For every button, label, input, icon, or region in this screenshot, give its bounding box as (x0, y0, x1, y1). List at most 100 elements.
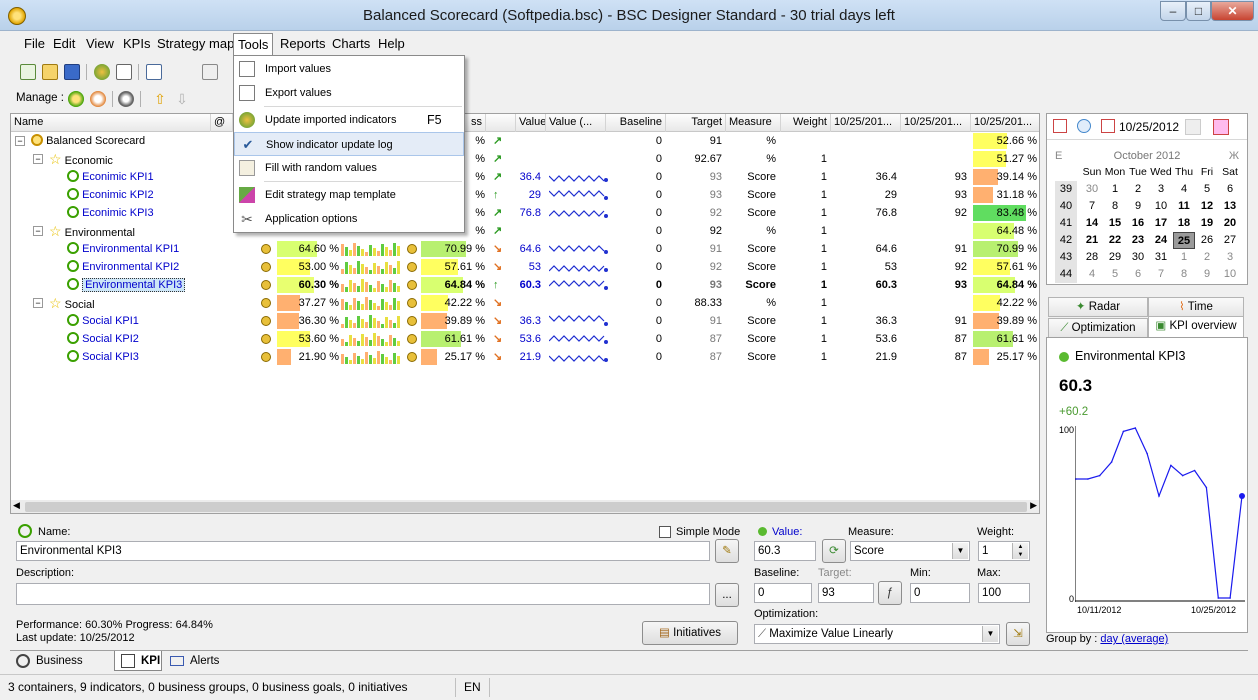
initiatives-button[interactable]: ▤ Initiatives (642, 621, 738, 645)
table-row[interactable]: Econimic KPI2% ↑ 29 0 93 Score 1 29 93 31.18 % (11, 186, 1039, 204)
calendar-day[interactable]: 5 (1196, 181, 1218, 198)
move-down-icon[interactable]: ⇩ (174, 91, 190, 107)
today-icon[interactable] (1101, 119, 1115, 133)
col-trend[interactable] (486, 114, 516, 132)
tree-expander-icon[interactable]: − (33, 154, 43, 164)
tree-expander-icon[interactable]: − (15, 136, 25, 146)
row-name[interactable]: Social KPI3 (82, 351, 139, 363)
description-input[interactable] (16, 583, 710, 605)
row-name[interactable]: Econimic KPI3 (82, 207, 154, 219)
menu-export-values[interactable]: Export values (234, 81, 464, 105)
table-row[interactable]: − ☆ Social 37.27 % 42.22 % ↘ 0 88.33% 1 42.22 % (11, 294, 1039, 312)
calendar-day[interactable]: 10 (1150, 198, 1172, 215)
col-target[interactable]: Target (666, 114, 726, 132)
table-row[interactable]: − ☆ Environmental% ↗ 0 92% 1 64.48 % (11, 222, 1039, 240)
target-calc-button[interactable]: ƒ (878, 581, 902, 605)
wand-button[interactable]: ✎ (715, 539, 739, 563)
calendar-day[interactable]: 31 (1150, 249, 1172, 266)
calendar-day[interactable]: 12 (1196, 198, 1218, 215)
col-at[interactable]: @ (211, 114, 233, 132)
chart-icon[interactable] (146, 64, 162, 80)
calendar-day[interactable]: 4 (1081, 266, 1103, 283)
table-row[interactable]: − Balanced Scorecard% ↗ 0 91% 52.66 % (11, 132, 1039, 150)
open-folder-icon[interactable] (42, 64, 58, 80)
table-row[interactable]: Social KPI3 21.90 % 25.17 % ↘ 21.9 0 87 Score 1 2… (11, 348, 1039, 366)
calendar-icon[interactable] (1053, 119, 1067, 133)
name-input[interactable]: Environmental KPI3 (16, 541, 710, 561)
calendar-day[interactable]: 7 (1081, 198, 1103, 215)
table-row[interactable]: Social KPI2 53.60 % 61.61 % ↘ 53.6 0 87 Score 1 5… (11, 330, 1039, 348)
menu-help[interactable]: Help (378, 36, 405, 51)
table-row[interactable]: Social KPI1 36.30 % 39.89 % ↘ 36.3 0 91 Score 1 3… (11, 312, 1039, 330)
move-up-icon[interactable]: ⇧ (152, 91, 168, 107)
forward-icon[interactable] (1185, 119, 1201, 135)
next-month-button[interactable]: Ж (1229, 150, 1239, 162)
row-name[interactable]: Environmental KPI2 (82, 261, 179, 273)
delete-date-icon[interactable] (1213, 119, 1229, 135)
calendar-day[interactable]: 1 (1173, 249, 1195, 266)
new-file-icon[interactable] (20, 64, 36, 80)
chevron-down-icon[interactable]: ▼ (952, 543, 968, 559)
menu-tools[interactable]: Tools (233, 33, 274, 55)
calendar-day[interactable]: 24 (1150, 232, 1172, 249)
calendar-day[interactable]: 22 (1104, 232, 1126, 249)
menu-charts[interactable]: Charts (332, 36, 370, 51)
calendar-day[interactable]: 8 (1104, 198, 1126, 215)
group-by-link[interactable]: day (average) (1100, 633, 1168, 645)
menu-edit-strategy-template[interactable]: Edit strategy map template (234, 183, 464, 207)
calendar-day[interactable]: 6 (1219, 181, 1241, 198)
calendar-day[interactable]: 9 (1127, 198, 1149, 215)
refresh-value-button[interactable]: ⟳ (822, 539, 846, 563)
menu-strategy-map[interactable]: Strategy map (157, 36, 234, 51)
minimize-button[interactable]: – (1160, 1, 1186, 21)
row-name[interactable]: Economic (65, 155, 113, 167)
calendar-day[interactable]: 11 (1173, 198, 1195, 215)
properties-icon[interactable] (116, 64, 132, 80)
tab-radar[interactable]: ✦ Radar (1048, 297, 1148, 317)
scroll-thumb[interactable] (25, 502, 1027, 512)
col-value-history[interactable]: Value (... (546, 114, 606, 132)
tab-kpi[interactable]: KPI (114, 651, 162, 671)
weight-stepper[interactable]: 1 ▲ ▼ (978, 541, 1030, 561)
tree-expander-icon[interactable]: − (33, 226, 43, 236)
tab-kpi-overview[interactable]: ▣ KPI overview (1148, 316, 1244, 338)
row-name[interactable]: Social KPI2 (82, 333, 139, 345)
calendar-day[interactable]: 25 (1173, 232, 1195, 249)
col-baseline[interactable]: Baseline (606, 114, 666, 132)
simple-mode-checkbox[interactable] (659, 526, 671, 538)
calendar-day[interactable]: 15 (1104, 215, 1126, 232)
table-row[interactable]: Econimic KPI3% ↗ 76.8 0 92 Score 1 76.8 92 83.48 … (11, 204, 1039, 222)
col-name[interactable]: Name (11, 114, 211, 132)
col-value[interactable]: Value (516, 114, 546, 132)
col-measure[interactable]: Measure (726, 114, 781, 132)
calendar-day[interactable]: 9 (1196, 266, 1218, 283)
max-input[interactable]: 100 (978, 583, 1030, 603)
tab-business-goals[interactable]: Business goals (10, 651, 112, 687)
menu-reports[interactable]: Reports (280, 36, 326, 51)
tab-optimization[interactable]: ⟋ Optimization (1048, 318, 1148, 338)
description-more-button[interactable]: ... (715, 583, 739, 607)
table-row[interactable]: − ☆ Economic% ↗ 0 92.67% 1 51.27 % (11, 150, 1039, 168)
measure-select[interactable]: Score ▼ (850, 541, 970, 561)
optimization-select[interactable]: ⟋ Maximize Value Linearly ▼ (754, 624, 1000, 644)
update-icon[interactable] (94, 64, 110, 80)
calendar-day[interactable]: 19 (1196, 215, 1218, 232)
add-indicator-icon[interactable] (90, 91, 106, 107)
chevron-down-icon[interactable]: ▼ (982, 626, 998, 642)
calendar-day[interactable]: 1 (1104, 181, 1126, 198)
calendar-day[interactable]: 14 (1081, 215, 1103, 232)
menu-update-imported[interactable]: Update imported indicators F5 (234, 108, 464, 132)
scroll-right-icon[interactable]: ▶ (1030, 500, 1037, 511)
table-row[interactable]: Environmental KPI2 53.00 % 57.61 % ↘ 53 0 92 Sc… (11, 258, 1039, 276)
menu-show-update-log[interactable]: ✔ Show indicator update log (234, 132, 464, 156)
table-row[interactable]: Environmental KPI1 64.60 % 70.99 % ↘ 64.6 0 91… (11, 240, 1039, 258)
menu-import-values[interactable]: Import values (234, 57, 464, 81)
menu-file[interactable]: File (24, 36, 45, 51)
row-name[interactable]: Social (65, 299, 95, 311)
col-date2[interactable]: 10/25/201... (901, 114, 971, 132)
calendar-day[interactable]: 16 (1127, 215, 1149, 232)
calendar-day[interactable]: 26 (1196, 232, 1218, 249)
save-icon[interactable] (64, 64, 80, 80)
calendar-day[interactable]: 8 (1173, 266, 1195, 283)
menu-application-options[interactable]: ✂ Application options (234, 207, 464, 231)
